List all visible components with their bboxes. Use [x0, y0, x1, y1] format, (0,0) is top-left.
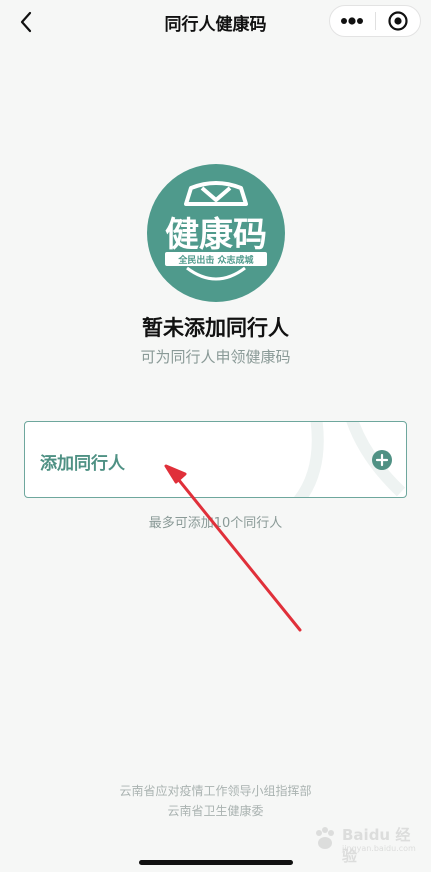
limit-note: 最多可添加10个同行人	[148, 516, 283, 531]
mini-program-capsule	[329, 5, 421, 37]
nav-bar: 同行人健康码	[0, 0, 431, 44]
empty-state-title: 暂未添加同行人	[142, 316, 289, 340]
home-indicator[interactable]	[139, 860, 293, 865]
baidu-watermark: Baidu 经验 jingyan.baidu.com	[312, 820, 416, 865]
more-button[interactable]	[330, 6, 375, 36]
add-companion-card[interactable]: 添加同行人	[24, 421, 407, 498]
paw-icon	[316, 827, 334, 849]
logo-ribbon-text: 全民出击 众志成城	[177, 254, 253, 266]
close-button[interactable]	[376, 6, 421, 36]
logo-main-text: 健康码	[165, 215, 267, 255]
watermark-url: jingyan.baidu.com	[342, 844, 416, 853]
more-dots-icon	[341, 17, 364, 25]
footer-org-line-2: 云南省卫生健康委	[167, 804, 264, 818]
page-title: 同行人健康码	[164, 14, 267, 35]
chevron-left-icon	[20, 11, 32, 33]
footer-org-line-1: 云南省应对疫情工作领导小组指挥部	[119, 784, 312, 798]
health-code-logo: 健康码 全民出击 众志成城	[147, 164, 285, 302]
plus-circle-icon[interactable]	[372, 450, 392, 470]
back-button[interactable]	[12, 8, 40, 36]
add-companion-label: 添加同行人	[40, 454, 125, 474]
target-circle-icon	[388, 11, 408, 31]
empty-state-subtitle: 可为同行人申领健康码	[140, 348, 291, 366]
